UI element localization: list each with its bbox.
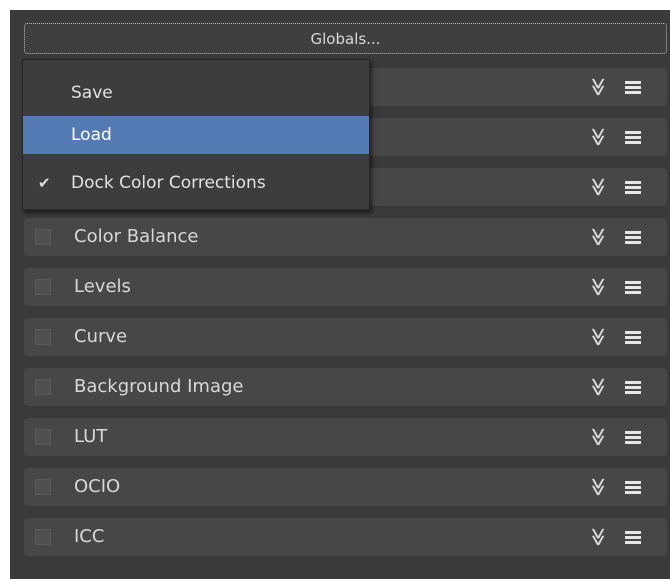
- color-balance-row[interactable]: Color Balance ≫: [24, 218, 667, 256]
- curve-row[interactable]: Curve ≫: [24, 318, 667, 356]
- expand-icon[interactable]: ≫: [578, 428, 616, 447]
- expand-icon[interactable]: ≫: [578, 328, 616, 347]
- expand-icon[interactable]: ≫: [578, 528, 616, 547]
- checkmark-icon: ✔: [38, 174, 51, 192]
- expand-icon[interactable]: ≫: [578, 228, 616, 247]
- expand-icon[interactable]: ≫: [578, 278, 616, 297]
- hamburger-menu-icon[interactable]: [625, 131, 641, 144]
- enable-checkbox[interactable]: [35, 429, 51, 445]
- expand-icon[interactable]: ≫: [578, 178, 616, 197]
- expand-icon[interactable]: ≫: [578, 478, 616, 497]
- menu-item-dock-color-corrections[interactable]: ✔ Dock Color Corrections: [23, 164, 369, 202]
- hamburger-menu-icon[interactable]: [625, 381, 641, 394]
- enable-checkbox[interactable]: [35, 529, 51, 545]
- expand-icon[interactable]: ≫: [578, 128, 616, 147]
- section-label: LUT: [74, 426, 108, 447]
- expand-icon[interactable]: ≫: [578, 78, 616, 97]
- globals-button[interactable]: Globals...: [24, 23, 667, 54]
- expand-icon[interactable]: ≫: [578, 378, 616, 397]
- ocio-row[interactable]: OCIO ≫: [24, 468, 667, 506]
- section-label: Levels: [74, 276, 131, 297]
- menu-item-save[interactable]: Save: [23, 74, 369, 112]
- enable-checkbox[interactable]: [35, 479, 51, 495]
- section-label: Curve: [74, 326, 128, 347]
- section-label: Color Balance: [74, 226, 199, 247]
- lut-row[interactable]: LUT ≫: [24, 418, 667, 456]
- background-image-row[interactable]: Background Image ≫: [24, 368, 667, 406]
- enable-checkbox[interactable]: [35, 279, 51, 295]
- icc-row[interactable]: ICC ≫: [24, 518, 667, 556]
- section-label: ICC: [74, 526, 105, 547]
- menu-item-load[interactable]: Load: [23, 116, 369, 154]
- hamburger-menu-icon[interactable]: [625, 81, 641, 94]
- hamburger-menu-icon[interactable]: [625, 331, 641, 344]
- enable-checkbox[interactable]: [35, 379, 51, 395]
- hamburger-menu-icon[interactable]: [625, 481, 641, 494]
- levels-row[interactable]: Levels ≫: [24, 268, 667, 306]
- section-label: Background Image: [74, 376, 244, 397]
- section-label: OCIO: [74, 476, 121, 497]
- enable-checkbox[interactable]: [35, 229, 51, 245]
- hamburger-menu-icon[interactable]: [625, 281, 641, 294]
- hamburger-menu-icon[interactable]: [625, 181, 641, 194]
- hamburger-menu-icon[interactable]: [625, 431, 641, 444]
- hamburger-menu-icon[interactable]: [625, 231, 641, 244]
- globals-dropdown-menu: Save Load ✔ Dock Color Corrections: [22, 59, 370, 210]
- hamburger-menu-icon[interactable]: [625, 531, 641, 544]
- enable-checkbox[interactable]: [35, 329, 51, 345]
